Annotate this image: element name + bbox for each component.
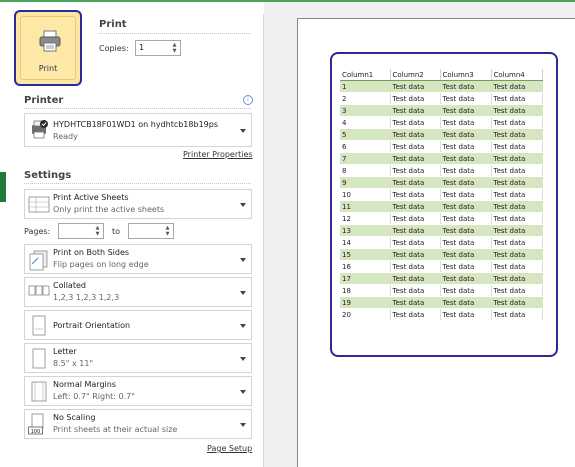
- collation-title: Collated: [53, 281, 86, 290]
- collation-subtitle: 1,2,3 1,2,3 1,2,3: [53, 293, 120, 302]
- printer-section-title: Printer: [24, 95, 64, 106]
- duplex-icon: [29, 250, 48, 271]
- printer-icon: [39, 30, 61, 52]
- printer-status: Ready: [53, 132, 78, 141]
- chevron-down-icon: [240, 423, 246, 427]
- settings-section-rule: [24, 183, 251, 184]
- collated-icon: [28, 285, 50, 296]
- print-heading-rule: [99, 33, 251, 34]
- printer-dropdown[interactable]: HYDHTCB18F01WD1 on hydhtcb18b19ps Ready: [24, 113, 252, 147]
- chevron-down-icon: [240, 357, 246, 361]
- margins-title: Normal Margins: [53, 380, 116, 389]
- print-button-label: Print: [38, 64, 58, 73]
- portrait-icon: [32, 315, 46, 336]
- paper-subtitle: 8.5" x 11": [53, 359, 94, 368]
- orientation-title: Portrait Orientation: [53, 321, 131, 330]
- collation-dropdown[interactable]: Collated 1,2,3 1,2,3 1,2,3: [24, 277, 252, 307]
- print-button[interactable]: Print: [14, 10, 82, 86]
- copies-value: 1: [139, 43, 145, 52]
- printer-properties-link[interactable]: Printer Properties: [183, 150, 253, 159]
- pages-to-label: to: [112, 227, 121, 236]
- spin-arrows-icon[interactable]: ▲ ▼: [171, 42, 178, 54]
- paper-icon: [32, 348, 46, 369]
- orientation-dropdown[interactable]: Portrait Orientation: [24, 310, 252, 340]
- scaling-icon: 100: [28, 413, 44, 435]
- settings-section-title: Settings: [24, 170, 72, 181]
- print-what-dropdown[interactable]: Print Active Sheets Only print the activ…: [24, 189, 252, 219]
- margins-icon: [31, 381, 47, 402]
- margins-subtitle: Left: 0.7" Right: 0.7": [53, 392, 135, 401]
- margins-dropdown[interactable]: Normal Margins Left: 0.7" Right: 0.7": [24, 376, 252, 406]
- excel-logo-fragment: [0, 172, 6, 202]
- chevron-down-icon: [240, 258, 246, 262]
- pages-from-stepper[interactable]: ▲ ▼: [58, 223, 104, 239]
- scaling-icon-text: 100: [31, 429, 41, 435]
- duplex-title: Print on Both Sides: [53, 248, 130, 257]
- scaling-dropdown[interactable]: 100 No Scaling Print sheets at their act…: [24, 409, 252, 439]
- print-heading: Print: [99, 19, 127, 30]
- page-setup-link[interactable]: Page Setup: [207, 444, 252, 453]
- left-gutter: [0, 2, 12, 467]
- chevron-down-icon: [240, 129, 246, 133]
- printer-ready-icon: [32, 120, 48, 139]
- sheets-icon: [28, 196, 50, 213]
- pages-to-stepper[interactable]: ▲ ▼: [128, 223, 174, 239]
- copies-stepper[interactable]: 1 ▲ ▼: [135, 40, 181, 56]
- chevron-down-icon: [240, 324, 246, 328]
- info-icon[interactable]: i: [243, 95, 253, 105]
- copies-label: Copies:: [99, 44, 129, 53]
- printer-section-rule: [24, 108, 251, 109]
- printer-name: HYDHTCB18F01WD1 on hydhtcb18b19ps: [53, 120, 218, 129]
- chevron-down-icon: [240, 291, 246, 295]
- print-what-title: Print Active Sheets: [53, 193, 129, 202]
- duplex-subtitle: Flip pages on long edge: [53, 260, 149, 269]
- spin-arrows-icon[interactable]: ▲ ▼: [94, 225, 101, 237]
- print-what-subtitle: Only print the active sheets: [53, 205, 165, 214]
- chevron-down-icon: [240, 390, 246, 394]
- duplex-dropdown[interactable]: Print on Both Sides Flip pages on long e…: [24, 244, 252, 274]
- paper-title: Letter: [53, 347, 77, 356]
- preview-highlight-box: [330, 52, 558, 357]
- scaling-subtitle: Print sheets at their actual size: [53, 425, 178, 434]
- chevron-down-icon: [240, 203, 246, 207]
- spin-arrows-icon[interactable]: ▲ ▼: [164, 225, 171, 237]
- paper-size-dropdown[interactable]: Letter 8.5" x 11": [24, 343, 252, 373]
- pages-label: Pages:: [24, 227, 51, 236]
- scaling-title: No Scaling: [53, 413, 96, 422]
